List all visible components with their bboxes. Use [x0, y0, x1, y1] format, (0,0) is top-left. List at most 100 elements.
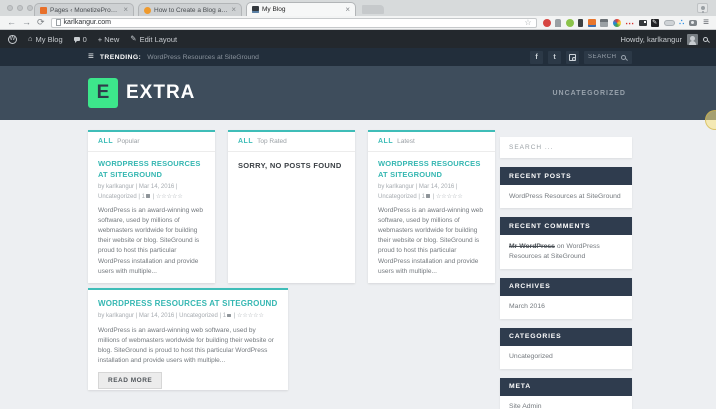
window-zoom-button[interactable]: [27, 5, 33, 11]
browser-tab-1[interactable]: Pages ‹ MonetizePros — W ×: [34, 3, 134, 16]
page-icon: [55, 19, 61, 26]
widget-title: ARCHIVES: [500, 277, 632, 296]
tabbed-posts-module-latest: ALL Latest WordPress Resources at SiteGr…: [368, 130, 495, 283]
facebook-icon[interactable]: f: [530, 50, 543, 64]
post-meta: by karlkangur | Mar 14, 2016 | Uncategor…: [98, 313, 264, 320]
widget-title: CATEGORIES: [500, 327, 632, 346]
site-admin-link[interactable]: Site Admin: [509, 403, 542, 409]
post-rating-stars: | ☆☆☆☆☆: [432, 193, 463, 200]
nav-item-uncategorized[interactable]: UNCATEGORIZED: [552, 90, 626, 97]
chrome-menu-icon[interactable]: ≡: [703, 17, 709, 28]
user-avatar[interactable]: [687, 33, 698, 45]
browser-tab-2[interactable]: How to Create a Blog and ... ×: [138, 3, 242, 16]
window-close-button[interactable]: [7, 5, 13, 11]
screenshot-icon[interactable]: [638, 20, 647, 26]
tabbed-posts-module-popular: ALL Popular WordPress Resources at SiteG…: [88, 130, 215, 283]
site-logo-text: EXTRA: [126, 82, 196, 103]
browser-profile-icon[interactable]: [697, 3, 708, 13]
widget-title: RECENT POSTS: [500, 167, 632, 185]
edit-extension-icon[interactable]: [651, 18, 660, 27]
trending-label: TRENDING:: [99, 53, 142, 61]
comment-bubble-icon: [73, 36, 80, 43]
admin-bar-new-button[interactable]: + New: [98, 35, 119, 44]
post-excerpt: WordPress is an award-winning web softwa…: [98, 207, 204, 275]
tab-all[interactable]: ALL: [378, 138, 393, 145]
widget-recent-posts: RECENT POSTS WordPress Resources at Site…: [500, 167, 632, 209]
refresh-icon[interactable]: ⟳: [37, 18, 45, 27]
post-meta: by karlkangur | Mar 14, 2016 | Uncategor…: [378, 184, 463, 200]
tab-close-icon[interactable]: ×: [231, 6, 236, 14]
module-tab-header[interactable]: ALL Popular: [88, 132, 215, 152]
color-wheel-icon[interactable]: [612, 18, 621, 27]
trending-post-link[interactable]: WordPress Resources at SiteGround: [147, 54, 259, 61]
adblock-icon[interactable]: [542, 18, 551, 27]
post-title-link[interactable]: WordPress Resources at SiteGround: [98, 298, 278, 309]
read-more-button[interactable]: READ MORE: [98, 372, 163, 390]
extra-logo-icon: E: [88, 78, 118, 108]
stack-icon[interactable]: [600, 18, 609, 27]
tab-filter-label: Popular: [117, 138, 140, 145]
instagram-glyph: [569, 53, 576, 61]
new-tab-button[interactable]: [362, 5, 384, 14]
post-title-link[interactable]: WordPress Resources at SiteGround: [98, 159, 205, 180]
tab-close-icon[interactable]: ×: [123, 6, 128, 14]
comment-author-link[interactable]: Mr WordPress: [509, 243, 555, 250]
bookmark-star-icon[interactable]: ☆: [524, 18, 531, 27]
sidebar: RECENT POSTS WordPress Resources at Site…: [500, 136, 632, 409]
green-extension-icon[interactable]: [565, 18, 574, 27]
twitter-icon[interactable]: t: [548, 50, 561, 64]
widget-title: META: [500, 377, 632, 396]
module-tab-header[interactable]: ALL Top Rated: [228, 132, 355, 152]
tab-all[interactable]: ALL: [98, 138, 113, 145]
widget-recent-comments: RECENT COMMENTS Mr WordPress on WordPres…: [500, 217, 632, 269]
category-link[interactable]: Uncategorized: [509, 353, 553, 360]
wordpress-logo-icon[interactable]: W: [8, 34, 17, 44]
admin-search-icon[interactable]: [703, 36, 708, 42]
tab-close-icon[interactable]: ×: [345, 5, 350, 14]
tab-title: My Blog: [262, 6, 286, 13]
page-content: ALL Popular WordPress Resources at SiteG…: [0, 120, 716, 409]
comment-bubble-icon: [145, 194, 150, 198]
howdy-text[interactable]: Howdy, karlkangur: [620, 35, 682, 44]
recent-post-link[interactable]: WordPress Resources at SiteGround: [509, 193, 621, 200]
widget-archives: ARCHIVES March 2016: [500, 277, 632, 319]
post-teaser: WordPress Resources at SiteGround by kar…: [88, 290, 288, 390]
module-tab-header[interactable]: ALL Latest: [368, 132, 495, 152]
post-teaser: WordPress Resources at SiteGround by kar…: [368, 152, 495, 283]
archive-link[interactable]: March 2016: [509, 303, 545, 310]
sidebar-search-input[interactable]: [500, 137, 632, 158]
browser-tab-active[interactable]: My Blog ×: [246, 2, 356, 16]
admin-bar-edit-layout[interactable]: ✎ Edit Layout: [130, 35, 177, 44]
header-search-icon[interactable]: [621, 54, 626, 60]
window-minimize-button[interactable]: [17, 5, 23, 11]
address-bar[interactable]: karlkangur.com ☆: [50, 17, 537, 28]
favicon: [252, 6, 259, 13]
forward-icon[interactable]: →: [22, 18, 31, 27]
url-text: karlkangur.com: [63, 19, 112, 26]
tab-title: How to Create a Blog and ...: [154, 6, 229, 14]
wp-admin-bar: W ⌂ My Blog 0 + New ✎ Edit Layout Howdy,…: [0, 30, 716, 48]
phone-icon[interactable]: [578, 18, 584, 27]
hamburger-menu-icon[interactable]: ≡: [88, 52, 94, 62]
hand-pointer-icon[interactable]: [555, 18, 562, 27]
admin-bar-comments[interactable]: 0: [73, 35, 87, 44]
blog-feed-post: WordPress Resources at SiteGround by kar…: [88, 288, 288, 390]
tab-filter-label: Latest: [397, 138, 415, 145]
post-rating-stars: | ☆☆☆☆☆: [152, 193, 183, 200]
capsule-extension-icon[interactable]: [663, 20, 675, 26]
post-title-link[interactable]: WordPress Resources at SiteGround: [378, 159, 485, 180]
orange-app-icon[interactable]: [587, 18, 596, 27]
post-excerpt: WordPress is an award-winning web softwa…: [98, 326, 274, 364]
red-ellipsis-icon[interactable]: ⋯: [625, 18, 634, 27]
blue-dots-icon[interactable]: ∴: [679, 18, 684, 27]
instagram-icon[interactable]: [566, 50, 579, 64]
site-logo[interactable]: E EXTRA: [88, 78, 195, 108]
tab-filter-label: Top Rated: [257, 138, 287, 145]
camera-icon[interactable]: [688, 20, 697, 26]
back-icon[interactable]: ←: [7, 18, 16, 27]
admin-bar-site-name[interactable]: ⌂ My Blog: [28, 35, 63, 44]
browser-toolbar: ← → ⟳ karlkangur.com ☆ ⋯ ∴ ≡: [0, 16, 716, 30]
tab-all[interactable]: ALL: [238, 138, 253, 145]
pencil-icon: ✎: [130, 34, 137, 44]
widget-categories: CATEGORIES Uncategorized: [500, 327, 632, 369]
